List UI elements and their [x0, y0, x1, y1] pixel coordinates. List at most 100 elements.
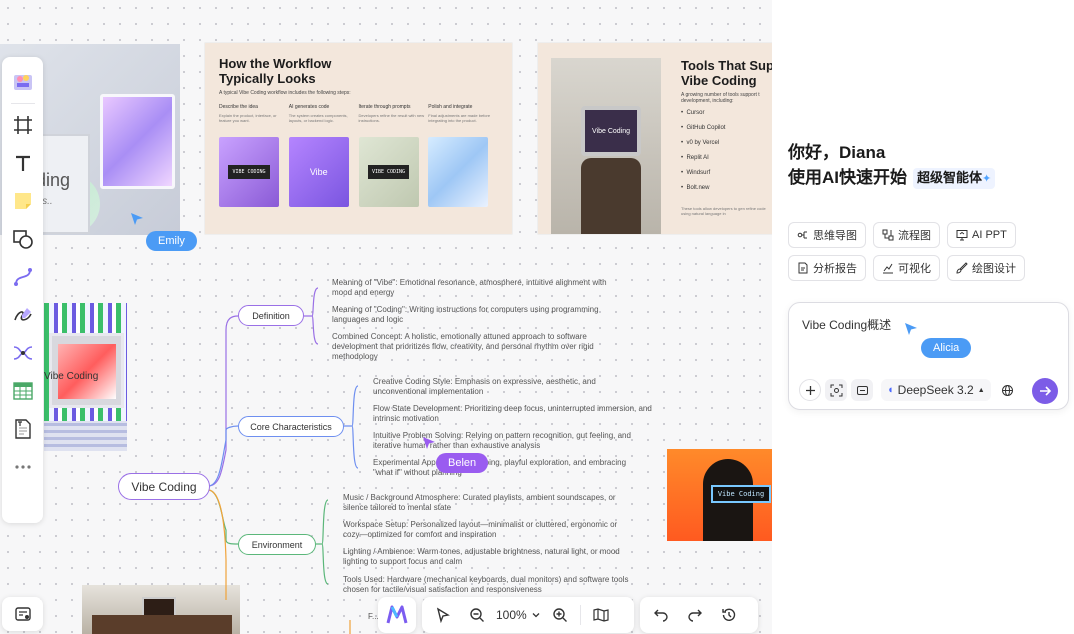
greeting: 你好，Diana 使用AI快速开始 超级智能体✦: [788, 140, 996, 190]
ai-assistant-panel: 你好，Diana 使用AI快速开始 超级智能体✦ 思维导图 流程图 AI PPT …: [772, 0, 1074, 634]
arrow-right-icon: [1040, 386, 1052, 396]
tool-rail: [2, 57, 43, 523]
mindmap-leaf[interactable]: Creative Coding Style: Emphasis on expre…: [373, 377, 635, 397]
more-dots-icon: [14, 465, 31, 469]
map-icon: [593, 608, 609, 622]
minimap-button[interactable]: [587, 601, 615, 629]
text-icon: [15, 155, 30, 171]
chip-label: 可视化: [898, 263, 931, 275]
redo-button[interactable]: [681, 601, 709, 629]
sticky-note-icon: [14, 193, 31, 209]
mindmap-leaf[interactable]: Music / Background Atmosphere: Curated p…: [343, 493, 633, 513]
mindmap-leaf[interactable]: Lighting / Ambience: Warm tones, adjusta…: [343, 547, 623, 567]
tool-frame[interactable]: [8, 110, 38, 140]
super-agent-label: 超级智能体: [917, 170, 983, 186]
chat-input[interactable]: Vibe Coding概述: [802, 316, 891, 333]
zoom-out-button[interactable]: [463, 601, 491, 629]
message-icon: [856, 385, 868, 395]
history-button[interactable]: [715, 601, 743, 629]
tool-mindmap[interactable]: [8, 338, 38, 368]
chip-label: 思维导图: [813, 230, 857, 242]
divider: [10, 103, 35, 104]
model-name: DeepSeek 3.2: [897, 383, 974, 397]
tool-pen[interactable]: [8, 300, 38, 330]
select-tool-button[interactable]: [429, 601, 457, 629]
shapes-icon: [12, 230, 33, 249]
zoom-in-icon: [553, 608, 567, 622]
tool-templates[interactable]: [8, 67, 38, 97]
layers-icon: [14, 607, 31, 621]
redo-icon: [688, 609, 702, 622]
mindmap-leaf[interactable]: Combined Concept: A holistic, emotionall…: [332, 332, 617, 362]
connector-icon: [13, 268, 32, 286]
mindmap-leaf[interactable]: Meaning of "Vibe": Emotional resonance, …: [332, 278, 617, 298]
send-button[interactable]: [1032, 378, 1058, 404]
zoom-out-icon: [470, 608, 484, 622]
presentation-icon: [956, 230, 968, 241]
mindmap-leaf[interactable]: Tools Used: Hardware (mechanical keyboar…: [343, 575, 633, 595]
templates-icon: [13, 75, 32, 90]
chip-analysis-report[interactable]: 分析报告: [788, 255, 866, 281]
tool-connector[interactable]: [8, 262, 38, 292]
whale-icon: ◖: [887, 384, 894, 396]
ai-logo-button[interactable]: [378, 597, 416, 633]
tool-table[interactable]: [8, 376, 38, 406]
web-search-toggle[interactable]: [997, 379, 1019, 401]
mindmap-icon: [797, 231, 807, 239]
document-icon: [14, 419, 31, 439]
chip-flowchart[interactable]: 流程图: [873, 222, 940, 248]
chip-drawing-design[interactable]: 绘图设计: [947, 255, 1025, 281]
greeting-line2: 使用AI快速开始: [788, 168, 907, 187]
mindmap-node-definition[interactable]: Definition: [238, 305, 304, 326]
history-clock-icon: [722, 608, 736, 621]
zoom-level: 100%: [496, 608, 527, 622]
image-tool-button[interactable]: [825, 379, 847, 401]
mindmap-leaf[interactable]: Intuitive Problem Solving: Relying on pa…: [373, 431, 653, 451]
chip-label: 流程图: [898, 230, 931, 242]
pointer-icon: [436, 607, 450, 623]
super-agent-badge[interactable]: 超级智能体✦: [913, 168, 996, 190]
tool-document[interactable]: [8, 414, 38, 444]
add-attachment-button[interactable]: [799, 379, 821, 401]
mindmap-leaf[interactable]: Workspace Setup: Personalized layout—min…: [343, 520, 633, 540]
chip-visualization[interactable]: 可视化: [873, 255, 940, 281]
brush-icon: [956, 262, 968, 274]
mindmap-leaf[interactable]: Meaning of "Coding": Writing instruction…: [332, 305, 617, 325]
chat-mode-button[interactable]: [851, 379, 873, 401]
undo-button[interactable]: [647, 601, 675, 629]
chip-label: 绘图设计: [972, 263, 1016, 275]
mindmap-leaf[interactable]: Flow State Development: Prioritizing dee…: [373, 404, 653, 424]
caret-up-icon: ▲: [977, 386, 985, 394]
tool-text[interactable]: [8, 148, 38, 178]
tool-more[interactable]: [8, 452, 38, 482]
sparkle-icon: ✦: [982, 173, 992, 186]
mindmap-node-core-characteristics[interactable]: Core Characteristics: [238, 416, 344, 437]
cursor-arrow-icon: [905, 323, 917, 335]
table-icon: [12, 382, 33, 400]
report-icon: [798, 262, 808, 274]
tool-sticky-note[interactable]: [8, 186, 38, 216]
image-scan-icon: [830, 384, 842, 396]
plus-icon: [805, 385, 815, 395]
brand-logo-icon: [386, 605, 408, 624]
chart-icon: [883, 263, 893, 274]
mindmap-node-environment[interactable]: Environment: [238, 534, 316, 555]
layers-panel-button[interactable]: [2, 597, 43, 631]
greeting-line2-row: 使用AI快速开始 超级智能体✦: [788, 165, 996, 190]
quick-action-chips: 思维导图 流程图 AI PPT 分析报告 可视化 绘图设计: [788, 222, 1058, 281]
model-selector[interactable]: ◖ DeepSeek 3.2 ▲: [881, 379, 991, 401]
history-toolbar: [640, 597, 758, 633]
frame-icon: [13, 116, 32, 134]
chip-label: 分析报告: [813, 263, 857, 275]
chip-ai-ppt[interactable]: AI PPT: [947, 222, 1016, 248]
zoom-in-button[interactable]: [546, 601, 574, 629]
greeting-line1: 你好，Diana: [788, 143, 886, 162]
chip-label: AI PPT: [972, 229, 1007, 241]
cursor-arrow-icon: [131, 213, 143, 225]
zoom-level-dropdown[interactable]: 100%: [496, 608, 541, 622]
chip-mindmap[interactable]: 思维导图: [788, 222, 866, 248]
whiteboard-canvas[interactable]: ding 'ls.. How the Workflow Typically Lo…: [0, 0, 772, 634]
mindmap-leaf[interactable]: Experimental Approach: prototyping, play…: [373, 458, 635, 478]
mindmap-root-node[interactable]: Vibe Coding: [118, 473, 210, 500]
tool-shapes[interactable]: [8, 224, 38, 254]
